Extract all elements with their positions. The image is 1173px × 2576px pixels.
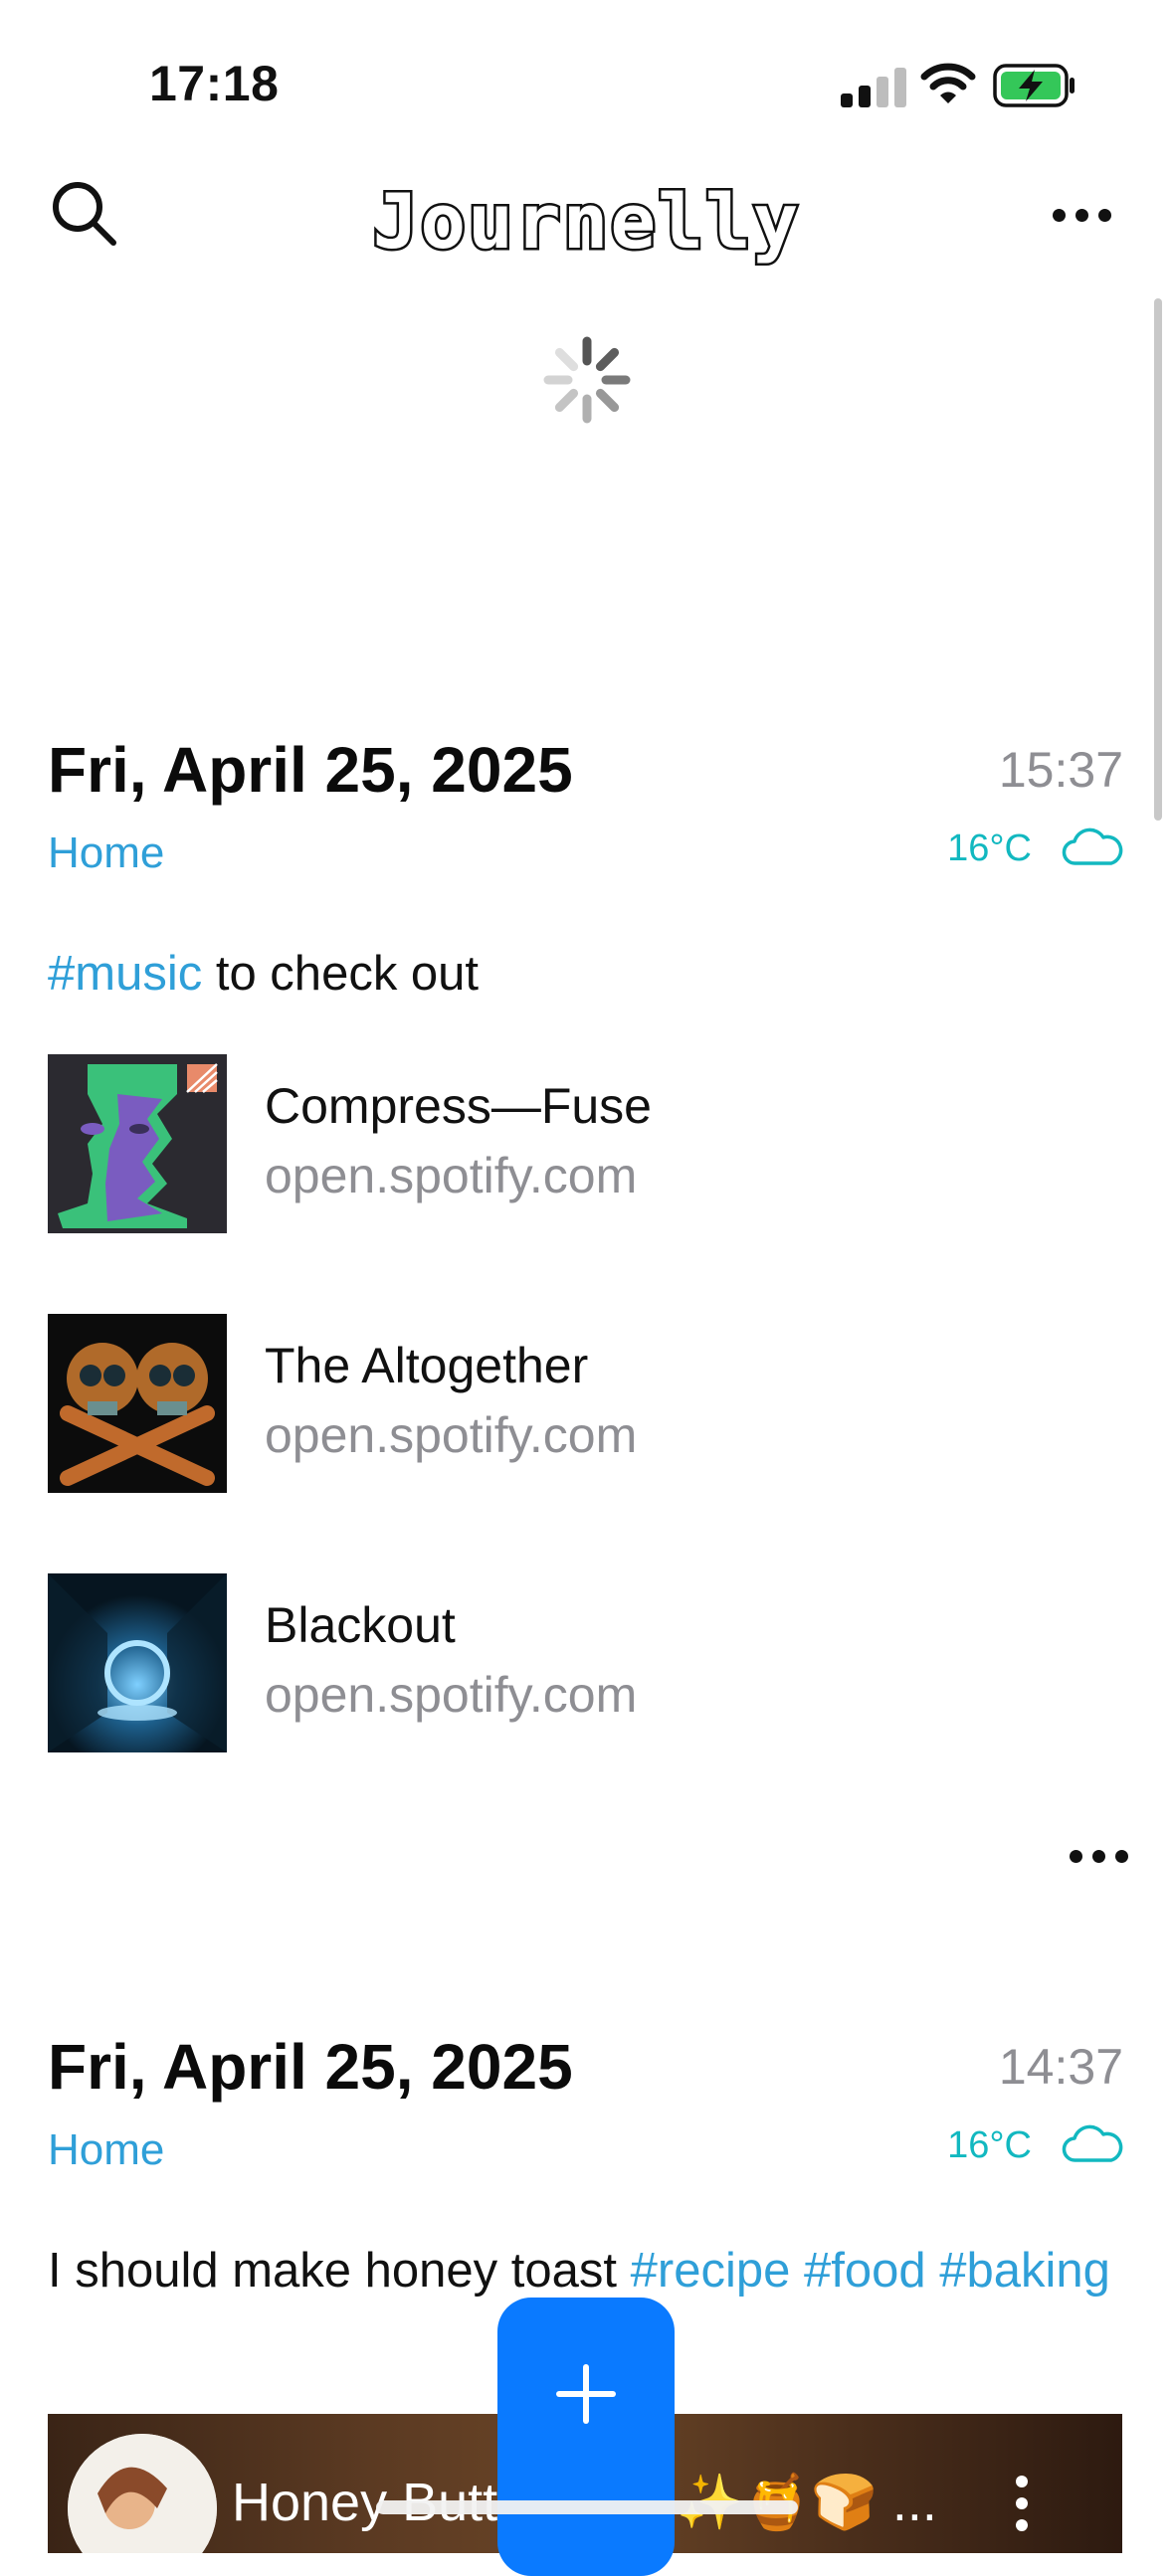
hashtag-music[interactable]: #music [48, 947, 202, 1001]
entry-text-body: I should make honey toast [48, 2244, 631, 2298]
video-more-icon[interactable] [1016, 2476, 1028, 2531]
entry-temperature: 16°C [947, 2124, 1032, 2166]
more-horizontal-icon[interactable] [1070, 1850, 1128, 1863]
activity-spinner-icon [540, 333, 634, 432]
album-art-portal-icon [48, 1573, 227, 1752]
entry-time: 15:37 [998, 742, 1123, 798]
cellular-signal-icon [841, 68, 906, 107]
cloud-icon [1062, 2122, 1123, 2169]
album-art-skulls-icon [48, 1314, 227, 1493]
link-title: Blackout [265, 1597, 456, 1653]
battery-charging-icon [993, 64, 1076, 112]
entry-date: Fri, April 25, 2025 [48, 2031, 573, 2103]
album-art-face-icon [48, 1054, 227, 1233]
wifi-icon [920, 62, 976, 110]
entry-time: 14:37 [998, 2039, 1123, 2095]
new-entry-button[interactable] [497, 2298, 675, 2576]
hashtag-baking[interactable]: #baking [939, 2244, 1110, 2298]
entry-location[interactable]: Home [48, 2125, 164, 2175]
link-host: open.spotify.com [265, 1407, 638, 1463]
link-title: Compress—Fuse [265, 1078, 652, 1134]
link-card[interactable]: The Altogether open.spotify.com [48, 1314, 1043, 1493]
entry-text: #music to check out [48, 941, 1122, 1007]
link-title: The Altogether [265, 1338, 589, 1393]
entry-location[interactable]: Home [48, 828, 164, 878]
link-card[interactable]: Compress—Fuse open.spotify.com [48, 1054, 1043, 1233]
entry-weather: 16°C [947, 826, 1123, 872]
hashtag-food[interactable]: #food [804, 2244, 926, 2298]
scroll-indicator[interactable] [1154, 298, 1162, 821]
status-time: 17:18 [149, 56, 280, 111]
entry-text-body: to check out [202, 947, 480, 1001]
more-horizontal-icon[interactable] [1053, 209, 1111, 222]
home-indicator[interactable] [376, 2500, 798, 2514]
hashtag-recipe[interactable]: #recipe [631, 2244, 791, 2298]
entry-weather: 16°C [947, 2122, 1123, 2169]
entry-date: Fri, April 25, 2025 [48, 734, 573, 806]
channel-avatar [68, 2434, 217, 2553]
link-host: open.spotify.com [265, 1667, 638, 1723]
entry-temperature: 16°C [947, 828, 1032, 869]
cloud-icon [1062, 826, 1123, 872]
app-title: Journelly [370, 175, 801, 269]
link-card[interactable]: Blackout open.spotify.com [48, 1573, 1043, 1752]
plus-icon [556, 2364, 616, 2424]
entry-text: I should make honey toast #recipe #food … [48, 2238, 1122, 2303]
link-host: open.spotify.com [265, 1148, 638, 1203]
